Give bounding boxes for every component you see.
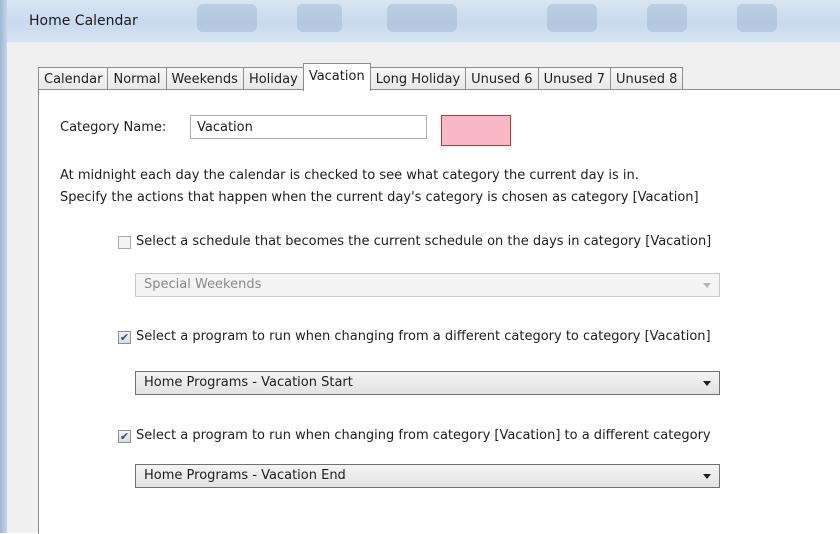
description-line-2: Specify the actions that happen when the…	[60, 190, 699, 205]
tab-vacation[interactable]: Vacation	[302, 63, 371, 91]
schedule-dropdown-value: Special Weekends	[144, 277, 262, 292]
category-tabs: Calendar Normal Weekends Holiday Vacatio…	[38, 63, 684, 91]
tab-calendar[interactable]: Calendar	[38, 67, 108, 91]
schedule-checkbox-label: Select a schedule that becomes the curre…	[136, 234, 712, 249]
titlebar-background-shape	[737, 4, 777, 32]
chevron-down-icon	[703, 283, 711, 288]
start-program-checkbox[interactable]: ✔	[118, 331, 131, 344]
titlebar-background-shape	[647, 4, 687, 32]
end-program-checkbox[interactable]: ✔	[118, 430, 131, 443]
tab-unused-6[interactable]: Unused 6	[465, 67, 538, 91]
window-left-frame	[0, 0, 7, 533]
start-program-checkbox-label: Select a program to run when changing fr…	[136, 329, 711, 344]
tab-normal[interactable]: Normal	[107, 67, 166, 91]
title-bar[interactable]: Home Calendar	[7, 0, 840, 42]
description-line-1: At midnight each day the calendar is che…	[60, 168, 639, 183]
titlebar-background-shape	[297, 4, 342, 32]
schedule-dropdown[interactable]: Special Weekends	[135, 273, 720, 297]
category-name-input[interactable]	[190, 115, 427, 139]
vacation-tab-panel: Category Name: At midnight each day the …	[38, 89, 840, 534]
schedule-checkbox[interactable]	[118, 236, 131, 249]
end-program-dropdown[interactable]: Home Programs - Vacation End	[135, 464, 720, 488]
start-program-dropdown[interactable]: Home Programs - Vacation Start	[135, 371, 720, 395]
category-color-swatch[interactable]	[441, 115, 511, 146]
home-calendar-window: Home Calendar Calendar Normal Weekends H…	[0, 0, 840, 534]
tab-unused-8[interactable]: Unused 8	[610, 67, 684, 91]
dialog-content: Calendar Normal Weekends Holiday Vacatio…	[7, 42, 840, 534]
titlebar-background-shape	[387, 4, 457, 32]
chevron-down-icon	[703, 381, 711, 386]
window-title: Home Calendar	[29, 13, 138, 29]
tab-long-holiday[interactable]: Long Holiday	[370, 67, 466, 91]
tab-unused-7[interactable]: Unused 7	[537, 67, 610, 91]
start-program-dropdown-value: Home Programs - Vacation Start	[144, 375, 353, 390]
tab-holiday[interactable]: Holiday	[242, 67, 303, 91]
end-program-dropdown-value: Home Programs - Vacation End	[144, 468, 346, 483]
titlebar-background-shape	[197, 4, 257, 32]
category-name-label: Category Name:	[60, 120, 167, 135]
end-program-checkbox-label: Select a program to run when changing fr…	[136, 428, 711, 443]
tab-weekends[interactable]: Weekends	[165, 67, 243, 91]
titlebar-background-shape	[547, 4, 597, 32]
chevron-down-icon	[703, 474, 711, 479]
